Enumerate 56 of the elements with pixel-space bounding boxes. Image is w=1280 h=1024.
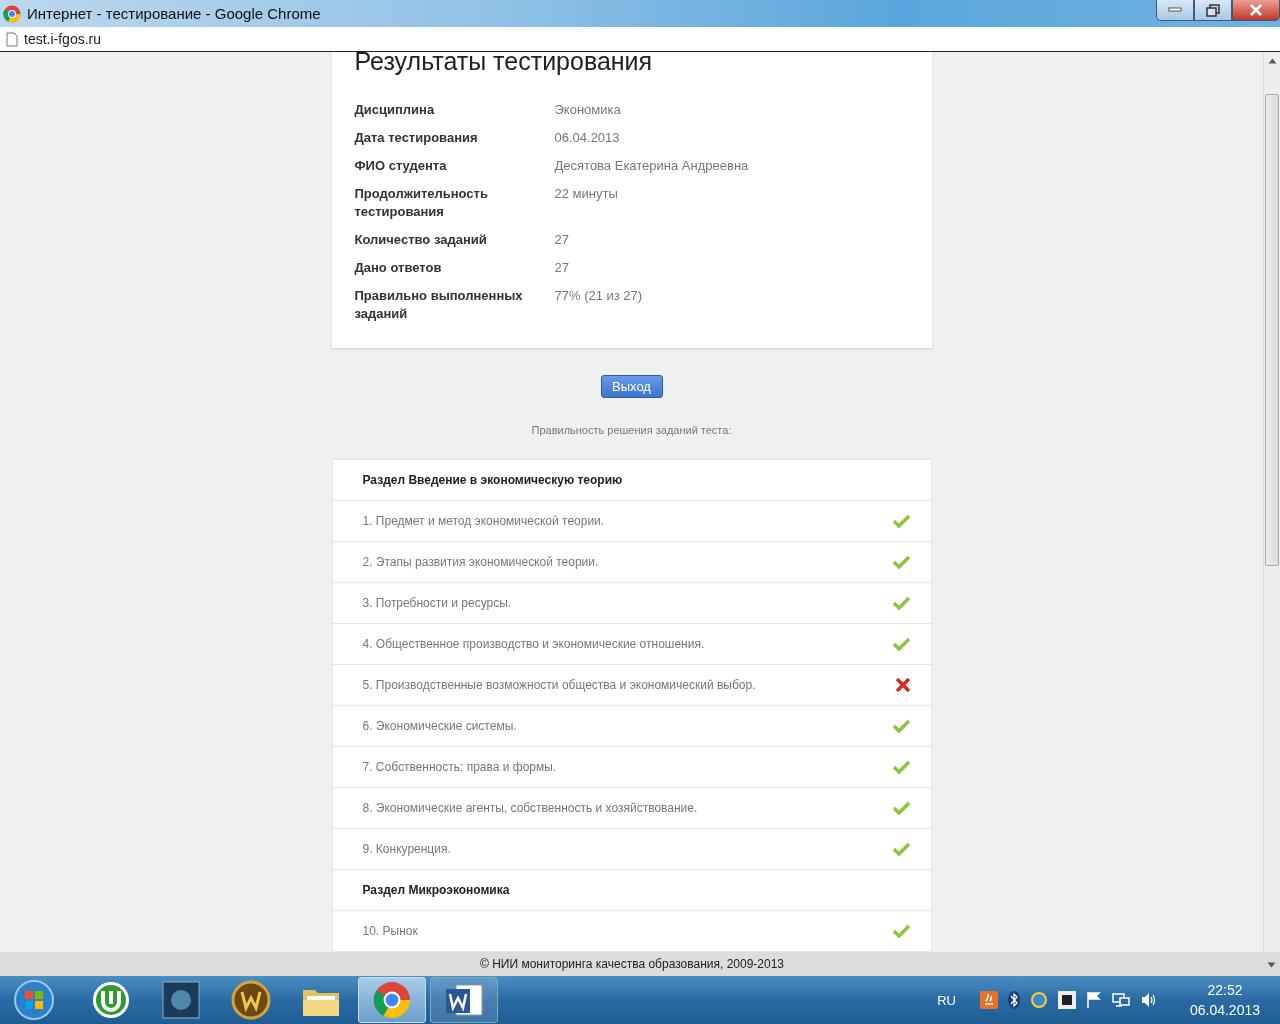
section-title: Раздел Микроэкономика [332, 869, 931, 910]
results-caption: Правильность решения заданий теста: [531, 424, 732, 436]
square-tray-icon[interactable] [1057, 991, 1076, 1009]
detail-value: 22 минуты [554, 185, 618, 203]
task-title: 10. Рынок [362, 924, 419, 938]
detail-value: 27 [554, 259, 569, 277]
url-text[interactable]: test.i-fgos.ru [24, 31, 102, 47]
detail-value: Экономика [554, 101, 621, 119]
detail-label: ФИО студента [354, 157, 448, 175]
detail-value: 27 [554, 231, 569, 249]
clock-time: 22:52 [1207, 981, 1243, 1000]
browser-logo-icon [3, 4, 21, 23]
clock[interactable]: 22:52 06.04.2013 [1189, 980, 1260, 1020]
clock-date: 06.04.2013 [1189, 1001, 1260, 1020]
copyright-text: © НИИ мониторинга качества образования, 2009-2013 [480, 957, 784, 971]
detail-label: Количество заданий [354, 231, 488, 249]
bluetooth-icon[interactable] [1007, 991, 1020, 1009]
flag-icon[interactable] [1085, 991, 1102, 1009]
task-title: 7. Собственность: права и формы. [362, 760, 558, 774]
page-icon [6, 31, 18, 47]
task-title: 9. Конкуренция. [362, 842, 452, 856]
scroll-down-icon[interactable] [1267, 962, 1276, 968]
detail-value: 06.04.2013 [554, 129, 620, 147]
restore-icon [1206, 3, 1220, 17]
task-title: 1. Предмет и метод экономической теории. [362, 514, 606, 528]
restore-button[interactable] [1194, 0, 1232, 21]
task-title: 4. Общественное производство и экономические отношения. [362, 637, 706, 651]
detail-label: Продолжительность тестирования [354, 185, 489, 221]
language-indicator[interactable]: RU [937, 992, 956, 1008]
task-title: 3. Потребности и ресурсы. [362, 596, 513, 610]
task-title: 8. Экономические агенты, собственность и хозяйствование. [362, 801, 699, 815]
minimize-icon [1168, 7, 1182, 13]
network-icon[interactable] [1111, 991, 1130, 1009]
scrollbar[interactable] [1263, 52, 1280, 952]
task-title: 2. Этапы развития экономической теории. [362, 555, 600, 569]
browser-icon[interactable] [373, 981, 411, 1019]
exit-button[interactable]: Выход [600, 375, 663, 398]
window-title: Интернет - тестирование - Google Chrome [27, 5, 321, 22]
start-button[interactable] [12, 978, 56, 1022]
minimize-button[interactable] [1156, 0, 1194, 21]
document-app-icon[interactable] [444, 981, 484, 1019]
detail-value: 77% (21 из 27) [554, 287, 643, 305]
detail-value: Десятова Екатерина Андреевна [554, 157, 749, 175]
close-button[interactable] [1232, 0, 1280, 21]
detail-label: Дано ответов [354, 259, 443, 277]
detail-label: Дата тестирования [354, 129, 479, 147]
scroll-up-icon[interactable] [1267, 58, 1277, 64]
section-title: Раздел Введение в экономическую теорию [332, 459, 931, 500]
page-heading: Результаты тестирования [354, 52, 654, 77]
task-title: 6. Экономические системы. [362, 719, 518, 733]
task-title: 5. Производственные возможности общества и экономический выбор. [362, 678, 757, 692]
detail-label: Дисциплина [354, 101, 436, 119]
scroll-thumb[interactable] [1265, 94, 1279, 566]
close-icon [1249, 4, 1263, 16]
volume-icon[interactable] [1139, 991, 1158, 1009]
detail-label: Правильно выполненных заданий [354, 287, 524, 323]
